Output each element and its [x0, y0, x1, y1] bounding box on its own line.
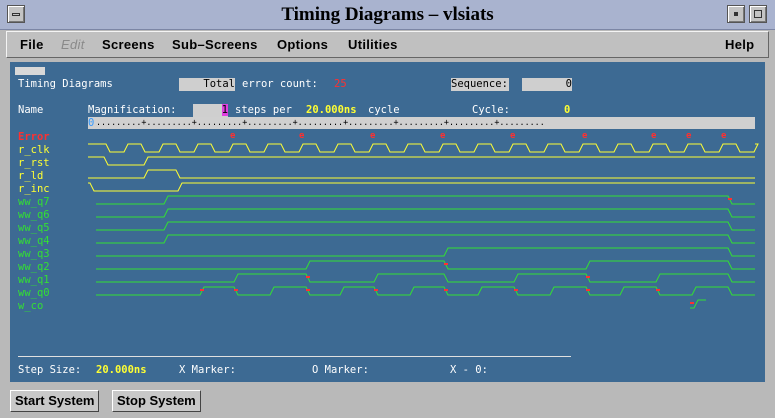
transition-error-mark: [200, 289, 204, 291]
menu-subscreens[interactable]: Sub–Screens: [172, 37, 258, 52]
stop-system-button[interactable]: Stop System: [112, 390, 201, 412]
menu-screens[interactable]: Screens: [102, 37, 155, 52]
x-marker-label: X Marker:: [179, 364, 236, 376]
step-size-value: 20.000ns: [96, 364, 147, 376]
error-marker[interactable]: e: [370, 131, 376, 141]
trace-ww_q1: [96, 273, 755, 283]
trace-ww_q7: [96, 195, 755, 205]
button-bar: Start System Stop System: [0, 386, 775, 418]
step-size-label: Step Size:: [18, 364, 82, 376]
menu-edit[interactable]: Edit: [61, 37, 85, 52]
transition-error-mark: [234, 289, 238, 291]
menu-file[interactable]: File: [20, 37, 44, 52]
transition-error-mark: [656, 289, 660, 291]
trace-ww_q2: [96, 260, 755, 270]
start-system-button[interactable]: Start System: [10, 390, 100, 412]
menu-help[interactable]: Help: [725, 37, 754, 52]
transition-error-mark: [444, 263, 448, 265]
minimize-button[interactable]: [727, 5, 745, 23]
error-marker[interactable]: e: [651, 131, 657, 141]
trace-r_ld: [88, 169, 755, 179]
menu-utilities[interactable]: Utilities: [348, 37, 398, 52]
x-minus-o-label: X - 0:: [450, 364, 488, 376]
error-marker[interactable]: e: [510, 131, 516, 141]
trace-r_clk: [88, 143, 759, 153]
transition-error-mark: [690, 302, 694, 304]
trace-r_inc: [88, 182, 755, 192]
menu-bar: File Edit Screens Sub–Screens Options Ut…: [6, 31, 769, 58]
error-marker[interactable]: e: [440, 131, 446, 141]
window-title: Timing Diagrams – vlsiats: [281, 4, 494, 25]
transition-error-mark: [306, 276, 310, 278]
error-marker[interactable]: e: [299, 131, 305, 141]
error-marker[interactable]: e: [230, 131, 236, 141]
error-marker[interactable]: e: [582, 131, 588, 141]
menu-options[interactable]: Options: [277, 37, 328, 52]
trace-ww_q4: [96, 234, 755, 244]
trace-ww_q5: [96, 221, 755, 231]
status-divider: [18, 356, 571, 357]
transition-error-mark: [374, 289, 378, 291]
transition-error-mark: [514, 289, 518, 291]
trace-ww_q6: [96, 208, 755, 218]
maximize-icon: [754, 10, 762, 18]
transition-error-mark: [586, 276, 590, 278]
error-marker[interactable]: e: [686, 131, 692, 141]
maximize-button[interactable]: [749, 5, 767, 23]
transition-error-mark: [306, 289, 310, 291]
o-marker-label: O Marker:: [312, 364, 369, 376]
trace-ww_q3: [96, 247, 755, 257]
waveform-area[interactable]: eeeeeeeee: [10, 62, 765, 382]
error-marker[interactable]: e: [721, 131, 727, 141]
transition-error-mark: [444, 289, 448, 291]
window-titlebar[interactable]: Timing Diagrams – vlsiats: [0, 0, 775, 30]
minimize-icon: [734, 12, 738, 16]
timing-panel: Timing Diagrams Total error count: 25 Se…: [10, 62, 765, 382]
transition-error-mark: [728, 198, 732, 200]
trace-r_rst: [88, 156, 755, 166]
transition-error-mark: [586, 289, 590, 291]
